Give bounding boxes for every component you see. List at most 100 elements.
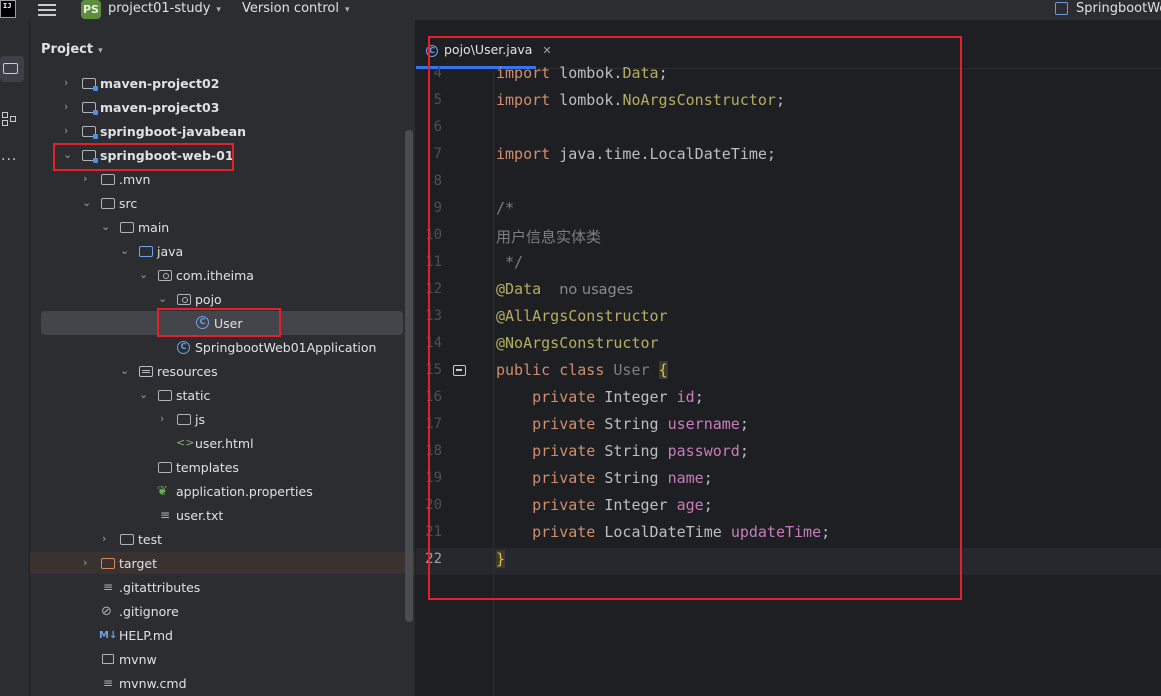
tree-item-application-properties[interactable]: ❦ application.properties: [30, 480, 415, 502]
spring-leaf-icon: ❦: [157, 484, 168, 499]
tree-item-springboot-javabean[interactable]: › springboot-javabean: [30, 120, 415, 142]
text-file-icon: ≡: [103, 580, 114, 594]
tree-item-resources[interactable]: ⌄ resources: [30, 360, 415, 382]
version-control-menu[interactable]: Version control ▾: [242, 1, 350, 16]
tree-label: .gitignore: [119, 604, 179, 619]
tree-label: main: [138, 220, 170, 235]
tree-label: templates: [176, 460, 239, 475]
chevron-right-icon[interactable]: ›: [64, 76, 68, 89]
chevron-down-icon: ▾: [345, 5, 350, 15]
highlight-box-user: [157, 308, 281, 337]
tree-item-static[interactable]: ⌄ static: [30, 384, 415, 406]
vcs-label: Version control: [242, 1, 339, 16]
chevron-down-icon: ▾: [98, 46, 103, 56]
package-icon: [177, 294, 191, 305]
package-icon: [158, 270, 172, 281]
tree-item-springbootweb01application[interactable]: C SpringbootWeb01Application: [30, 336, 415, 358]
module-folder-icon: [82, 126, 98, 139]
tree-item-com-itheima[interactable]: ⌄ com.itheima: [30, 264, 415, 286]
tree-item-target[interactable]: › target: [30, 552, 415, 574]
run-configuration[interactable]: SpringbootWe: [1076, 1, 1161, 16]
module-folder-icon: [82, 78, 98, 91]
ignore-file-icon: ⊘: [101, 604, 112, 619]
chevron-right-icon[interactable]: ›: [83, 556, 87, 569]
source-folder-icon: [139, 246, 153, 257]
tree-item-templates[interactable]: templates: [30, 456, 415, 478]
tree-label: maven-project02: [100, 76, 220, 91]
tree-label: resources: [157, 364, 218, 379]
tree-label: src: [119, 196, 138, 211]
title-bar: IJ PS project01-study ▾ Version control ▾ …: [0, 0, 1161, 20]
folder-icon: [120, 222, 134, 233]
tree-item-mvnw[interactable]: mvnw: [30, 648, 415, 670]
tree-label: static: [176, 388, 211, 403]
tree-item-user-txt[interactable]: ≡ user.txt: [30, 504, 415, 526]
tree-item-java[interactable]: ⌄ java: [30, 240, 415, 262]
intellij-logo-icon: IJ: [0, 0, 16, 18]
tree-item-mvn[interactable]: › .mvn: [30, 168, 415, 190]
chevron-down-icon: ▾: [216, 5, 221, 15]
tree-label: test: [138, 532, 163, 547]
text-file-icon: ≡: [160, 508, 171, 522]
chevron-down-icon[interactable]: ⌄: [82, 196, 91, 209]
chevron-down-icon[interactable]: ⌄: [139, 268, 148, 281]
chevron-down-icon[interactable]: ⌄: [158, 292, 167, 305]
panel-title: Project: [41, 42, 94, 57]
tree-item-help-md[interactable]: M↓ HELP.md: [30, 624, 415, 646]
chevron-down-icon[interactable]: ⌄: [120, 364, 129, 377]
chevron-right-icon[interactable]: ›: [64, 100, 68, 113]
tree-item-gitignore[interactable]: ⊘ .gitignore: [30, 600, 415, 622]
tree-item-maven-project02[interactable]: › maven-project02: [30, 72, 415, 94]
tree-label: user.txt: [176, 508, 224, 523]
tree-item-src[interactable]: ⌄ src: [30, 192, 415, 214]
chevron-down-icon[interactable]: ⌄: [120, 244, 129, 257]
tree-item-maven-project03[interactable]: › maven-project03: [30, 96, 415, 118]
chevron-right-icon[interactable]: ›: [64, 124, 68, 137]
tree-item-js[interactable]: › js: [30, 408, 415, 430]
folder-icon: [3, 63, 18, 74]
tree-label: springboot-javabean: [100, 124, 247, 139]
tree-label: HELP.md: [119, 628, 173, 643]
folder-icon: [158, 462, 172, 473]
structure-icon[interactable]: [2, 112, 16, 128]
folder-icon: [177, 414, 191, 425]
tree-item-mvnw-cmd[interactable]: ≡ mvnw.cmd: [30, 672, 415, 694]
chevron-right-icon[interactable]: ›: [102, 532, 106, 545]
chevron-right-icon[interactable]: ›: [160, 412, 164, 425]
tree-label: maven-project03: [100, 100, 220, 115]
text-file-icon: ≡: [103, 676, 114, 690]
module-folder-icon: [82, 102, 98, 115]
excluded-folder-icon: [101, 558, 115, 569]
resources-folder-icon: [139, 366, 153, 377]
tree-item-main[interactable]: ⌄ main: [30, 216, 415, 238]
folder-icon: [101, 198, 115, 209]
tree-label: .mvn: [119, 172, 151, 187]
tree-item-pojo[interactable]: ⌄ pojo: [30, 288, 415, 310]
markdown-icon: M↓: [99, 630, 118, 641]
folder-icon: [158, 390, 172, 401]
tree-label: .gitattributes: [119, 580, 201, 595]
scrollbar-thumb[interactable]: [405, 130, 413, 622]
tree-item-gitattributes[interactable]: ≡ .gitattributes: [30, 576, 415, 598]
tree-label: com.itheima: [176, 268, 254, 283]
tree-label: js: [195, 412, 205, 427]
tool-window-stripe: ···: [0, 20, 30, 696]
tree-label: mvnw.cmd: [119, 676, 187, 691]
tree-label: SpringbootWeb01Application: [195, 340, 377, 355]
tree-item-test[interactable]: › test: [30, 528, 415, 550]
more-tools-icon[interactable]: ···: [1, 152, 17, 168]
folder-icon: [120, 534, 134, 545]
tree-label: user.html: [195, 436, 254, 451]
main-menu-icon[interactable]: [38, 1, 56, 19]
chevron-right-icon[interactable]: ›: [83, 172, 87, 185]
highlight-box-module: [53, 143, 234, 171]
tree-item-user-html[interactable]: <> user.html: [30, 432, 415, 454]
tree-label: application.properties: [176, 484, 313, 499]
project-panel-header[interactable]: Project ▾: [41, 42, 103, 57]
folder-icon: [101, 174, 115, 185]
project-switcher[interactable]: project01-study ▾: [108, 1, 221, 16]
chevron-down-icon[interactable]: ⌄: [139, 388, 148, 401]
project-badge[interactable]: PS: [81, 0, 101, 19]
chevron-down-icon[interactable]: ⌄: [101, 220, 110, 233]
run-config-icon: [1055, 2, 1068, 15]
